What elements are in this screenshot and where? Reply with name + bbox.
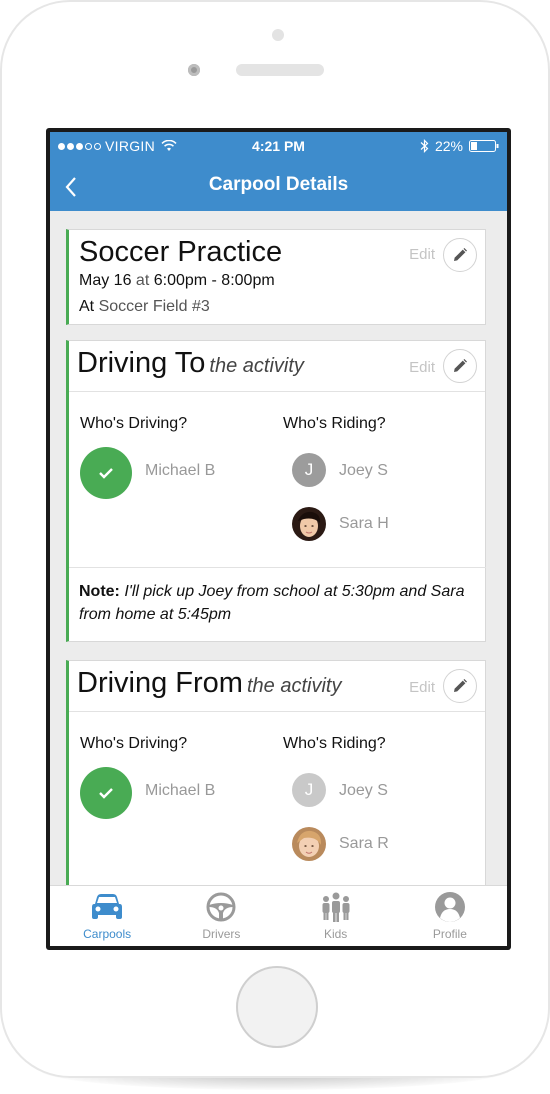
whos-riding-label: Who's Riding? bbox=[283, 415, 386, 432]
driving-from-edit-label[interactable]: Edit bbox=[409, 679, 435, 696]
event-at: at bbox=[135, 272, 150, 289]
rider-avatar-sara-photo bbox=[292, 507, 326, 541]
whos-riding-label: Who's Riding? bbox=[283, 735, 386, 752]
tab-label: Kids bbox=[323, 927, 348, 941]
app-header: VIRGIN 4:21 PM 22% Carpool Details bbox=[50, 132, 507, 211]
tab-kids[interactable]: Kids bbox=[279, 886, 393, 946]
home-button[interactable] bbox=[236, 966, 318, 1048]
event-card: Soccer Practice May 16 at 6:00pm - 8:00p… bbox=[66, 229, 486, 325]
whos-driving-label: Who's Driving? bbox=[80, 735, 188, 752]
bluetooth-icon bbox=[420, 139, 429, 153]
driving-from-heading: Driving From bbox=[77, 667, 243, 699]
driving-to-subtitle: the activity bbox=[209, 355, 304, 377]
rider-name-joey: Joey S bbox=[339, 462, 388, 479]
driving-to-card: Driving To the activity Edit Who's Drivin… bbox=[66, 340, 486, 642]
driving-to-edit-label[interactable]: Edit bbox=[409, 359, 435, 376]
driver-selected-badge[interactable] bbox=[80, 447, 132, 499]
note-body: I'll pick up Joey from school at 5:30pm … bbox=[79, 583, 465, 623]
driving-from-subtitle: the activity bbox=[246, 675, 342, 697]
rider-name-sara: Sara R bbox=[339, 835, 389, 852]
driving-from-edit-button[interactable] bbox=[443, 669, 477, 703]
checkmark-icon bbox=[99, 788, 113, 799]
driving-from-title: Driving From the activity bbox=[77, 667, 341, 700]
carpool-details-content[interactable]: Soccer Practice May 16 at 6:00pm - 8:00p… bbox=[50, 211, 507, 885]
event-date-time: May 16 at 6:00pm - 8:00pm bbox=[79, 272, 275, 290]
driving-to-heading: Driving To bbox=[77, 347, 206, 379]
event-location: At Soccer Field #3 bbox=[79, 298, 210, 316]
pencil-icon bbox=[454, 679, 467, 692]
sensor-dot bbox=[272, 29, 284, 41]
tab-carpools[interactable]: Carpools bbox=[50, 886, 164, 946]
driving-to-edit-button[interactable] bbox=[443, 349, 477, 383]
event-place-prefix: At bbox=[79, 298, 95, 315]
event-title: Soccer Practice bbox=[79, 236, 283, 268]
whos-driving-label: Who's Driving? bbox=[80, 415, 188, 432]
pencil-icon bbox=[454, 359, 467, 372]
tab-label: Carpools bbox=[83, 927, 132, 941]
driving-to-note: Note: I'll pick up Joey from school at 5… bbox=[69, 567, 486, 641]
note-label: Note: bbox=[79, 583, 120, 600]
rider-name-joey: Joey S bbox=[339, 782, 388, 799]
rider-avatar-sara-photo bbox=[292, 827, 326, 861]
event-place: Soccer Field #3 bbox=[98, 298, 210, 315]
event-date: May 16 bbox=[79, 272, 132, 289]
event-edit-button[interactable] bbox=[443, 238, 477, 272]
front-camera bbox=[188, 64, 200, 76]
status-bar: VIRGIN 4:21 PM 22% bbox=[50, 132, 507, 160]
tab-label: Drivers bbox=[202, 927, 241, 941]
driver-name: Michael B bbox=[145, 462, 216, 479]
pencil-icon bbox=[454, 248, 467, 261]
driver-selected-badge[interactable] bbox=[80, 767, 132, 819]
earpiece-speaker bbox=[236, 64, 324, 76]
tab-profile[interactable]: Profile bbox=[393, 886, 507, 946]
driving-from-header: Driving From the activity Edit bbox=[69, 661, 485, 712]
steering-wheel-icon bbox=[206, 892, 236, 922]
checkmark-icon bbox=[99, 468, 113, 479]
tab-bar: Carpools Drivers Kids Profile bbox=[50, 885, 507, 946]
driving-from-card: Driving From the activity Edit Who's Driv… bbox=[66, 660, 486, 885]
tab-label: Profile bbox=[432, 927, 467, 941]
event-edit-label[interactable]: Edit bbox=[409, 246, 435, 263]
battery-icon bbox=[469, 140, 499, 152]
profile-icon bbox=[434, 892, 465, 922]
driver-name: Michael B bbox=[145, 782, 216, 799]
tab-drivers[interactable]: Drivers bbox=[164, 886, 278, 946]
event-time-range: 6:00pm - 8:00pm bbox=[153, 272, 275, 289]
rider-avatar-joey: J bbox=[292, 773, 326, 807]
rider-name-sara: Sara H bbox=[339, 515, 389, 532]
battery-percent: 22% bbox=[434, 138, 463, 154]
rider-avatar-joey: J bbox=[292, 453, 326, 487]
page-title: Carpool Details bbox=[208, 174, 349, 195]
note-text: Note: I'll pick up Joey from school at 5… bbox=[79, 580, 479, 626]
driving-to-header: Driving To the activity Edit bbox=[69, 341, 485, 392]
car-icon bbox=[92, 894, 123, 919]
driving-to-title: Driving To the activity bbox=[77, 347, 304, 380]
status-right: 22% bbox=[420, 138, 499, 154]
app-screen: VIRGIN 4:21 PM 22% Carpool Details Socce… bbox=[50, 132, 507, 946]
kids-icon bbox=[322, 892, 350, 922]
